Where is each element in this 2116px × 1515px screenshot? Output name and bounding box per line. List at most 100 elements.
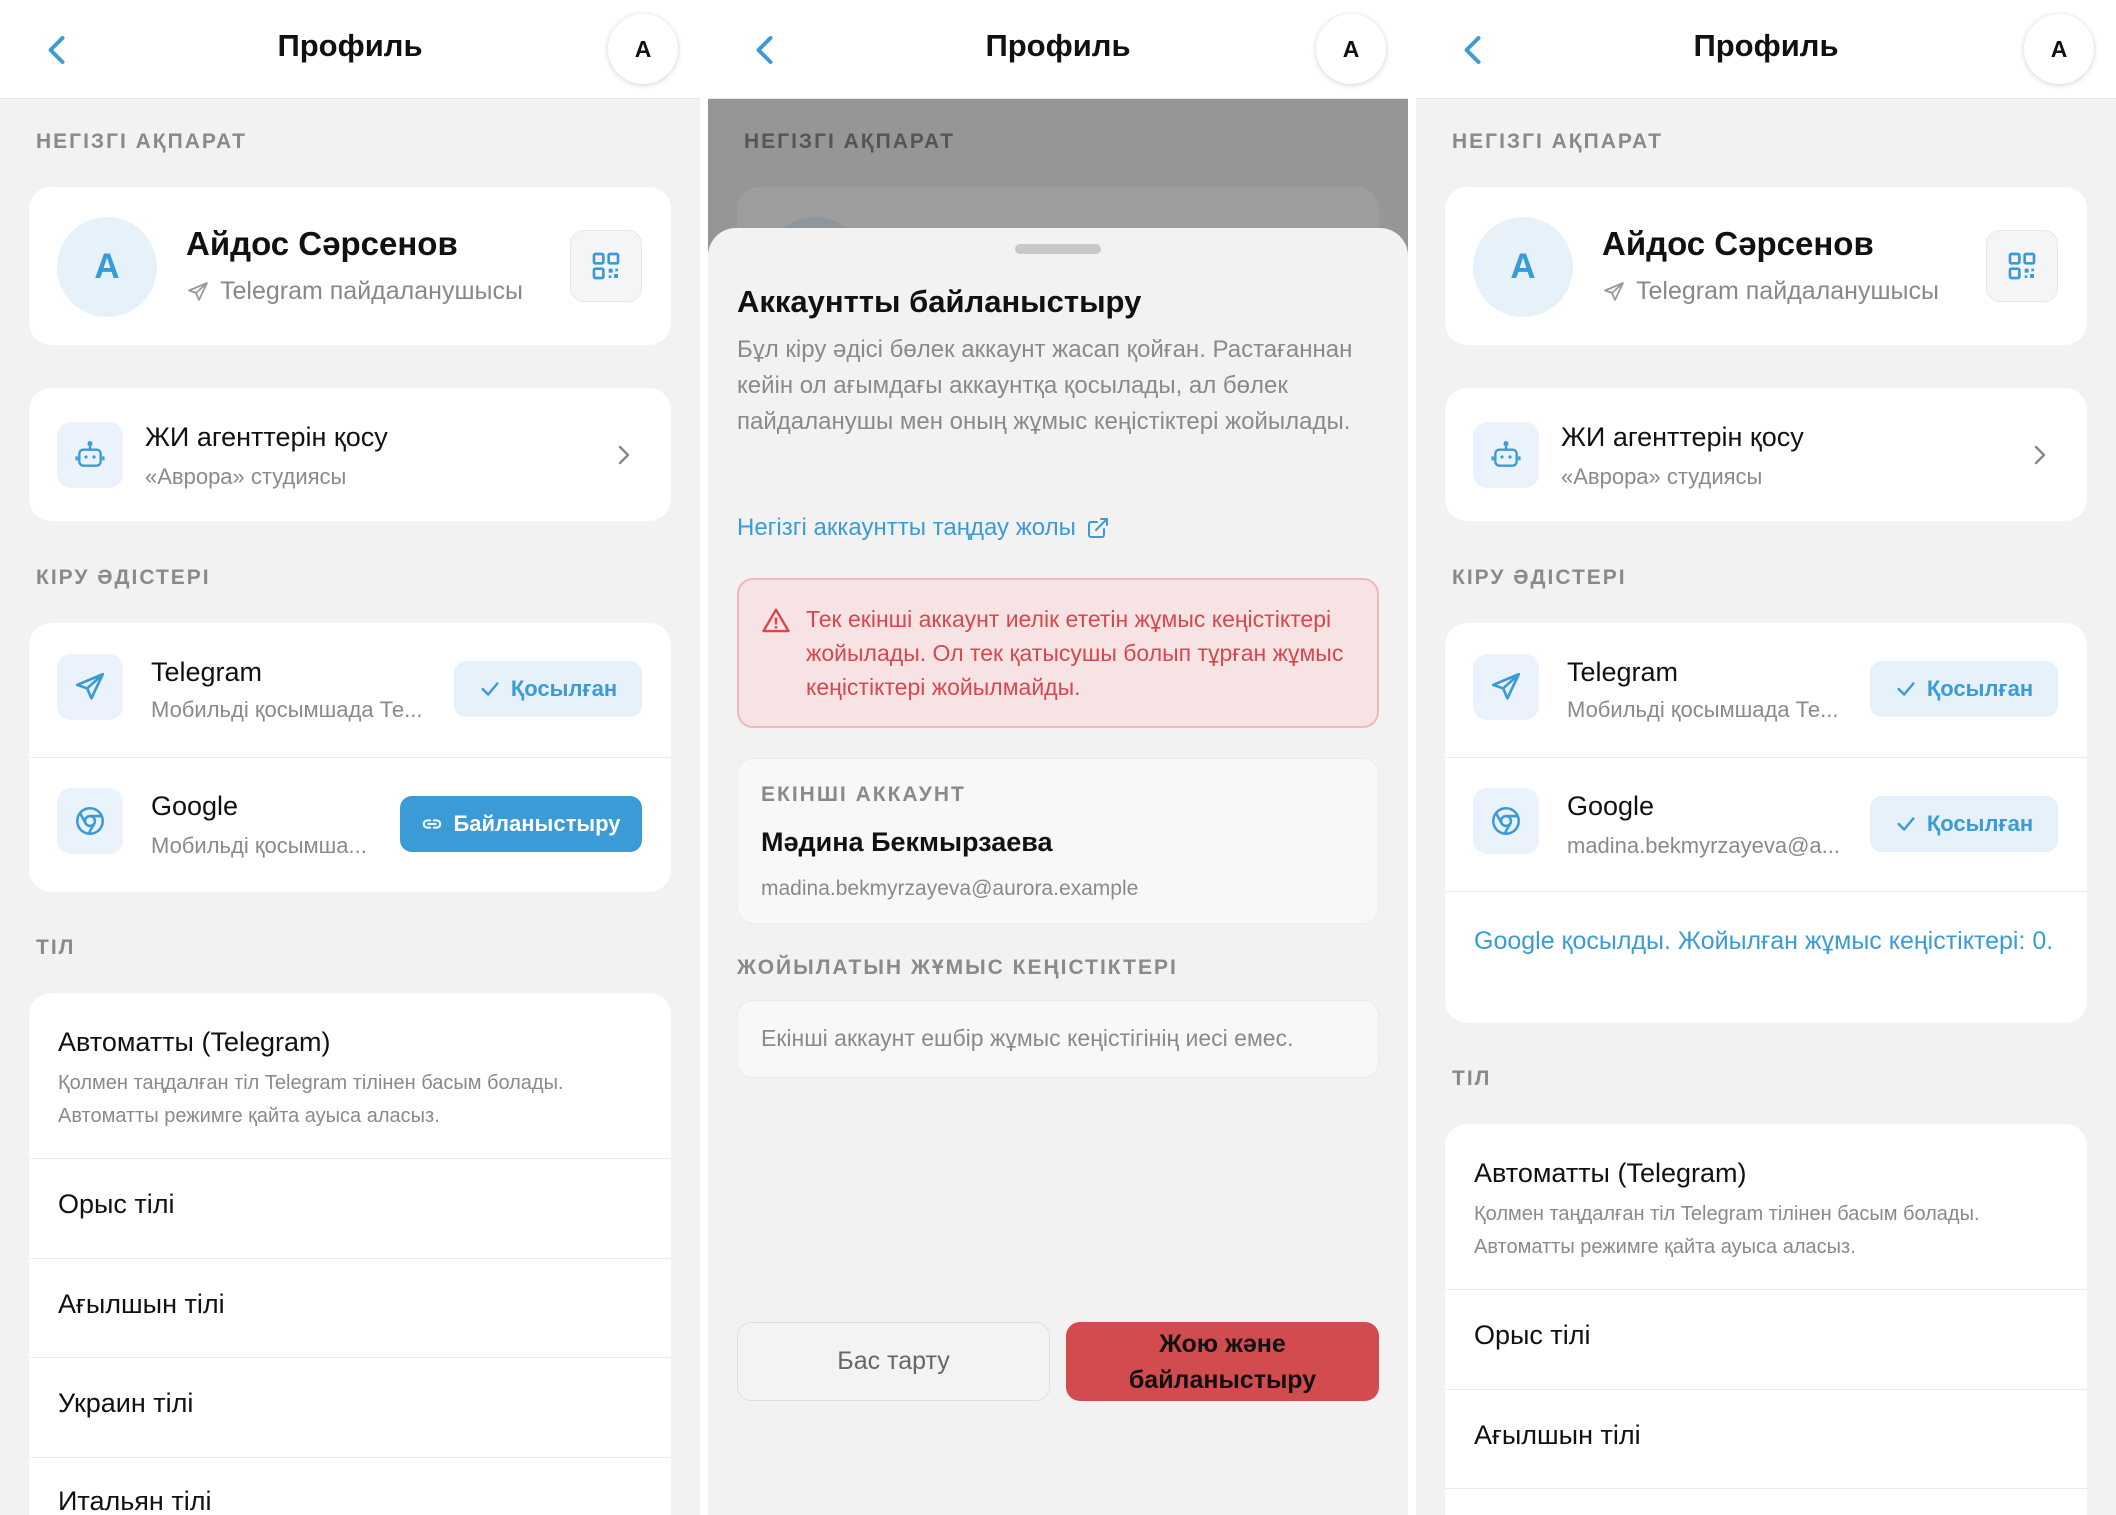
external-link-icon	[1087, 518, 1108, 538]
divider	[1445, 1488, 2087, 1489]
link-google-label: Байланыстыру	[453, 811, 621, 836]
language-option[interactable]: Ағылшын тілі	[29, 1259, 671, 1357]
warning-text: Тек екінші аккаунт иелік ететін жұмыс ке…	[806, 606, 1344, 700]
link-account-sheet: Аккаунтты байланыстыру Бұл кіру әдісі бө…	[708, 228, 1408, 1515]
language-auto-title: Автоматты (Telegram)	[58, 1027, 331, 1057]
language-label: Орыс тілі	[1474, 1320, 1591, 1350]
avatar[interactable]: A	[1316, 14, 1386, 84]
chevron-right-icon	[2034, 445, 2046, 465]
chrome-icon	[1491, 806, 1521, 836]
telegram-status: Қосылған	[510, 676, 618, 701]
google-connected-badge: Қосылған	[1870, 796, 2058, 852]
language-option[interactable]: Орыс тілі	[1445, 1290, 2087, 1389]
language-label: Итальян тілі	[58, 1486, 212, 1515]
workspaces-box: Екінші аккаунт ешбір жұмыс кеңістігінің …	[737, 1000, 1379, 1078]
second-account-email: madina.bekmyrzayeva@aurora.example	[761, 877, 1139, 900]
telegram-title: Telegram	[1567, 657, 1679, 687]
header: Профиль A	[708, 0, 1408, 99]
profile-subtitle: Telegram пайдаланушысы	[186, 277, 523, 306]
telegram-connected-badge: Қосылған	[1870, 661, 2058, 717]
robot-icon	[75, 441, 105, 467]
telegram-send-icon	[188, 281, 208, 301]
cancel-button[interactable]: Бас тарту	[737, 1322, 1050, 1401]
ai-icon-box	[1473, 422, 1539, 488]
page-title: Профиль	[277, 28, 423, 63]
sheet-grabber[interactable]	[1015, 244, 1101, 254]
telegram-icon-box	[1473, 654, 1539, 720]
google-subtitle: Мобильді қосымша...	[151, 833, 367, 858]
second-account-label: ЕКІНШІ АККАУНТ	[761, 783, 966, 806]
profile-avatar: A	[1473, 217, 1573, 317]
qr-code-button[interactable]	[1986, 230, 2058, 302]
profile-screen-linked: Профиль A НЕГІЗГІ АҚПАРАТ A Айдос Сәрсен…	[1416, 0, 2116, 1515]
profile-screen-link-sheet: Профиль A НЕГІЗГІ АҚПАРАТ A Аккаунтты ба…	[708, 0, 1408, 1515]
page-title: Профиль	[1693, 28, 1839, 63]
profile-card: A Айдос Сәрсенов Telegram пайдаланушысы	[29, 187, 671, 345]
profile-avatar: A	[57, 217, 157, 317]
section-language: ТІЛ	[36, 936, 76, 959]
language-card: Автоматты (Telegram) Қолмен таңдалған ті…	[1445, 1124, 2087, 1515]
section-login-methods: КІРУ ӘДІСТЕРІ	[1452, 566, 1627, 589]
workspaces-label: ЖОЙЫЛАТЫН ЖҰМЫС КЕҢІСТІКТЕРІ	[737, 956, 1178, 979]
telegram-status: Қосылған	[1926, 676, 2034, 701]
avatar[interactable]: A	[2024, 14, 2094, 84]
ai-agents-row[interactable]: ЖИ агенттерін қосу «Аврора» студиясы	[1445, 388, 2087, 521]
google-subtitle: madina.bekmyrzayeva@a...	[1567, 833, 1841, 858]
delete-and-link-button[interactable]: Жою және байланыстыру	[1066, 1322, 1379, 1401]
section-basic-info: НЕГІЗГІ АҚПАРАТ	[1452, 130, 1663, 153]
telegram-icon	[75, 672, 105, 700]
telegram-subtitle: Мобильді қосымшада Те...	[151, 697, 423, 722]
qr-code-icon	[2008, 252, 2036, 280]
language-option[interactable]: Украин тілі	[29, 1358, 671, 1457]
login-methods-card: Telegram Мобильді қосымшада Те... Қосылғ…	[1445, 623, 2087, 1023]
ai-agents-title: ЖИ агенттерін қосу	[145, 422, 388, 452]
ai-agents-title: ЖИ агенттерін қосу	[1561, 422, 1804, 452]
language-label: Украин тілі	[58, 1388, 194, 1418]
qr-code-button[interactable]	[570, 230, 642, 302]
language-auto-title: Автоматты (Telegram)	[1474, 1158, 1747, 1188]
section-language: ТІЛ	[1452, 1067, 1492, 1090]
page-title: Профиль	[985, 28, 1131, 63]
language-option-auto[interactable]: Автоматты (Telegram) Қолмен таңдалған ті…	[1445, 1124, 2087, 1289]
choose-main-account-link[interactable]: Негізгі аккаунтты таңдау жолы	[737, 514, 1110, 542]
sheet-description: Бұл кіру әдісі бөлек аккаунт жасап қойға…	[737, 336, 1353, 435]
google-title: Google	[1567, 791, 1655, 821]
workspaces-empty-text: Екінші аккаунт ешбір жұмыс кеңістігінің …	[761, 1025, 1294, 1051]
chevron-right-icon	[618, 445, 630, 465]
link-label: Негізгі аккаунтты таңдау жолы	[737, 514, 1076, 541]
check-icon	[1897, 817, 1915, 831]
avatar[interactable]: A	[608, 14, 678, 84]
second-account-name: Мәдина Бекмырзаева	[761, 827, 1053, 857]
warning-triangle-icon	[762, 608, 790, 633]
second-account-card: ЕКІНШІ АККАУНТ Мәдина Бекмырзаева madina…	[737, 758, 1379, 924]
language-label: Ағылшын тілі	[58, 1289, 225, 1319]
login-methods-card: Telegram Мобильді қосымшада Те... Қосылғ…	[29, 623, 671, 892]
ai-agents-row[interactable]: ЖИ агенттерін қосу «Аврора» студиясы	[29, 388, 671, 521]
telegram-icon-box	[57, 654, 123, 720]
link-icon	[423, 819, 442, 829]
language-option[interactable]: Итальян тілі	[29, 1458, 671, 1515]
robot-icon	[1491, 441, 1521, 467]
telegram-icon	[1491, 672, 1521, 700]
check-icon	[1897, 682, 1915, 696]
header: Профиль A	[1416, 0, 2116, 99]
section-login-methods: КІРУ ӘДІСТЕРІ	[36, 566, 211, 589]
link-success-notice: Google қосылды. Жойылған жұмыс кеңістікт…	[1474, 927, 2054, 955]
language-auto-desc: Қолмен таңдалған тіл Telegram тілінен ба…	[1474, 1203, 1980, 1258]
profile-subtitle: Telegram пайдаланушысы	[1602, 277, 1939, 306]
language-option[interactable]: Ағылшын тілі	[1445, 1390, 2087, 1488]
google-icon-box	[57, 788, 123, 854]
language-option[interactable]: Орыс тілі	[29, 1159, 671, 1258]
chrome-icon	[75, 806, 105, 836]
warning-box: Тек екінші аккаунт иелік ететін жұмыс ке…	[737, 578, 1379, 728]
profile-name: Айдос Сәрсенов	[1602, 225, 1874, 262]
profile-card: A Айдос Сәрсенов Telegram пайдаланушысы	[1445, 187, 2087, 345]
check-icon	[481, 682, 499, 696]
link-google-button[interactable]: Байланыстыру	[400, 796, 642, 852]
language-option-auto[interactable]: Автоматты (Telegram) Қолмен таңдалған ті…	[29, 993, 671, 1158]
divider	[29, 757, 671, 758]
telegram-connected-badge: Қосылған	[454, 661, 642, 717]
ai-agents-subtitle: «Аврора» студиясы	[1561, 464, 1763, 489]
telegram-title: Telegram	[151, 657, 263, 687]
profile-subtitle-text: Telegram пайдаланушысы	[1636, 277, 1939, 305]
